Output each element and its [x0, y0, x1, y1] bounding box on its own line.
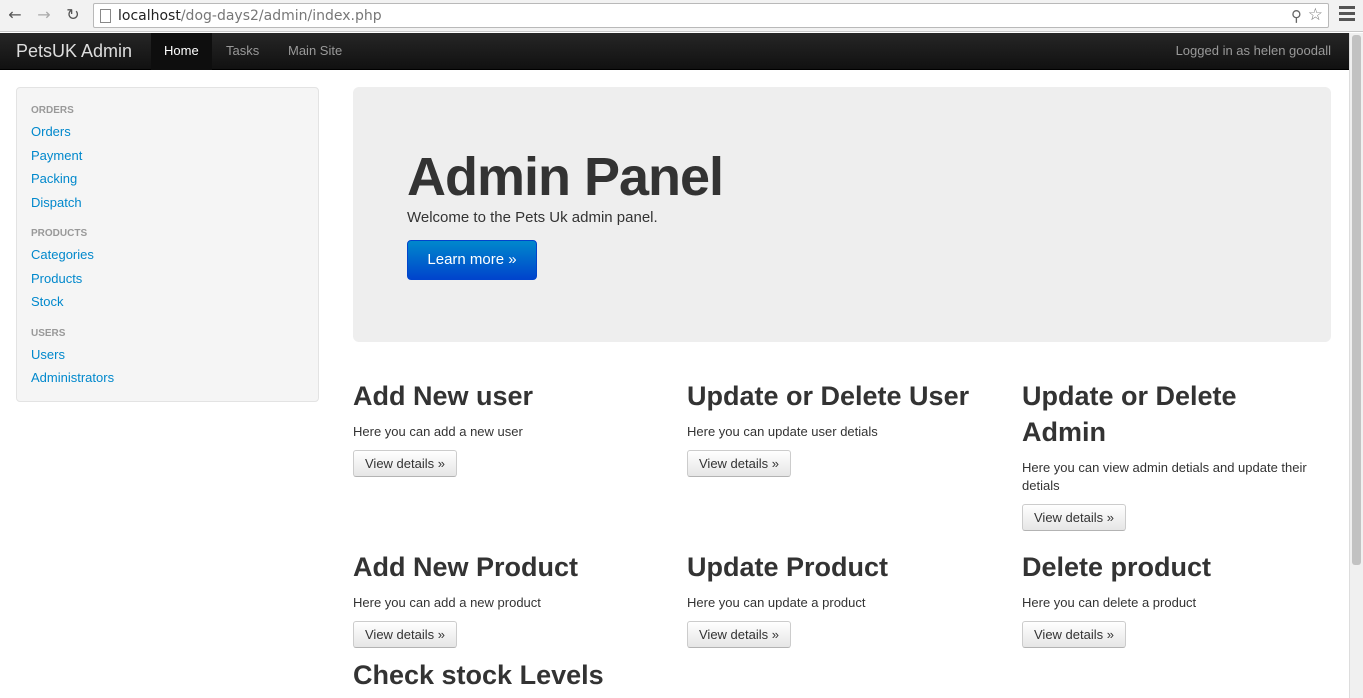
nav-tasks[interactable]: Tasks	[213, 33, 272, 70]
sidebar-item-products[interactable]: Products	[31, 269, 304, 293]
sidebar-header-users: USERS	[31, 327, 66, 339]
sidebar-item-administrators[interactable]: Administrators	[31, 368, 304, 392]
card-title: Add New Product	[353, 552, 579, 582]
card-update-product: Update Product Here you can update a pro…	[687, 549, 997, 648]
card-title: Check stock Levels	[353, 660, 604, 690]
nav-home[interactable]: Home	[151, 33, 212, 70]
hero-unit: Admin Panel Welcome to the Pets Uk admin…	[353, 87, 1331, 342]
card-update-delete-user: Update or Delete User Here you can updat…	[687, 378, 997, 477]
card-add-user: Add New user Here you can add a new user…	[353, 378, 663, 477]
card-text: Here you can add a new user	[353, 424, 523, 439]
page-icon	[100, 9, 111, 23]
brand-link[interactable]: PetsUK Admin	[16, 41, 132, 61]
bookmark-star-icon[interactable]: ☆	[1308, 5, 1323, 25]
sidebar-item-packing[interactable]: Packing	[31, 169, 304, 193]
learn-more-button[interactable]: Learn more »	[407, 240, 537, 280]
scrollbar-thumb[interactable]	[1352, 35, 1361, 565]
address-bar[interactable]: localhost/dog-days2/admin/index.php ⚲ ☆	[93, 3, 1329, 28]
card-text: Here you can update user detials	[687, 424, 878, 439]
card-title: Delete product	[1022, 552, 1212, 582]
url-text[interactable]: localhost/dog-days2/admin/index.php	[118, 7, 382, 25]
sidebar-header-products: PRODUCTS	[31, 228, 88, 239]
page-title: Admin Panel	[407, 147, 724, 207]
card-title: Add New user	[353, 381, 534, 411]
logged-in-text: Logged in as helen goodall	[1175, 43, 1331, 58]
sidebar-item-users[interactable]: Users	[31, 345, 304, 369]
zoom-icon[interactable]: ⚲	[1291, 7, 1302, 25]
sidebar-item-categories[interactable]: Categories	[31, 245, 304, 269]
card-text: Here you can update a product	[687, 595, 866, 610]
browser-menu-icon[interactable]	[1339, 6, 1355, 24]
card-text: Here you can add a new product	[353, 595, 541, 610]
forward-icon[interactable]: →	[33, 5, 55, 25]
sidebar-item-orders[interactable]: Orders	[31, 122, 304, 146]
top-navbar: PetsUK Admin Home Tasks Main Site Logged…	[0, 33, 1349, 70]
sidebar-header-orders: ORDERS	[31, 105, 74, 116]
card-add-product: Add New Product Here you can add a new p…	[353, 549, 663, 648]
browser-toolbar: ← → ↻ localhost/dog-days2/admin/index.ph…	[0, 0, 1363, 32]
back-icon[interactable]: ←	[4, 5, 26, 25]
sidebar-item-payment[interactable]: Payment	[31, 146, 304, 170]
reload-icon[interactable]: ↻	[62, 5, 84, 25]
view-details-button[interactable]: View details »	[353, 450, 457, 477]
view-details-button[interactable]: View details »	[353, 621, 457, 648]
view-details-button[interactable]: View details »	[687, 450, 791, 477]
card-text: Here you can view admin detials and upda…	[1022, 460, 1307, 493]
sidebar-item-stock[interactable]: Stock	[31, 292, 304, 316]
card-update-delete-admin: Update or Delete Admin Here you can view…	[1022, 378, 1322, 531]
nav-main-site[interactable]: Main Site	[275, 33, 355, 70]
sidebar-item-dispatch[interactable]: Dispatch	[31, 193, 304, 217]
card-check-stock: Check stock Levels	[353, 657, 663, 698]
view-details-button[interactable]: View details »	[1022, 621, 1126, 648]
card-title: Update Product	[687, 552, 889, 582]
card-text: Here you can delete a product	[1022, 595, 1197, 610]
sidebar: ORDERS Orders Payment Packing Dispatch P…	[16, 87, 319, 402]
card-title: Update or Delete Admin	[1022, 381, 1237, 447]
view-details-button[interactable]: View details »	[687, 621, 791, 648]
card-title: Update or Delete User	[687, 381, 970, 411]
hero-subtitle: Welcome to the Pets Uk admin panel.	[407, 209, 658, 226]
view-details-button[interactable]: View details »	[1022, 504, 1126, 531]
card-delete-product: Delete product Here you can delete a pro…	[1022, 549, 1332, 648]
page-scrollbar[interactable]	[1349, 33, 1363, 698]
